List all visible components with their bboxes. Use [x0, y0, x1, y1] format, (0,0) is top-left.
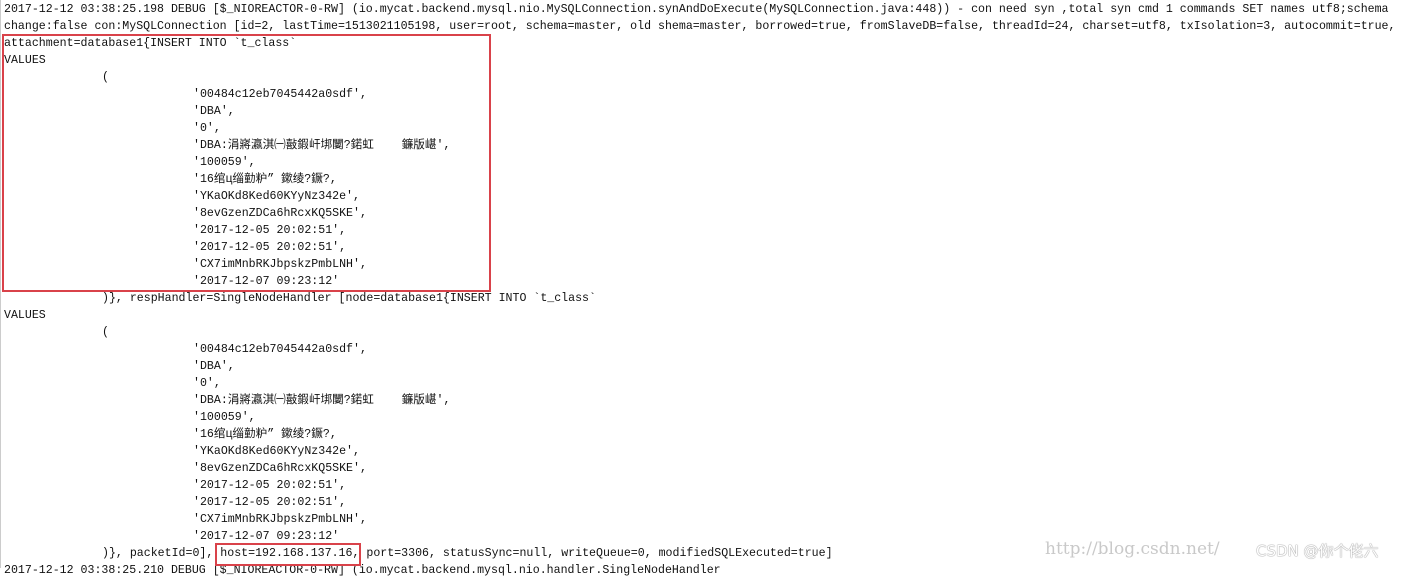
host-value: host=192.168.137.16,: [220, 547, 360, 560]
log-line: change:false con:MySQLConnection [id=2, …: [4, 20, 1396, 33]
log-line: '00484c12eb7045442a0sdf',: [193, 343, 367, 356]
log-line: 'YKaOKd8Ked60KYyNz342e',: [193, 190, 360, 203]
log-line: '2017-12-05 20:02:51',: [193, 479, 347, 492]
log-line: 'CX7imMnbRKJbpskzPmbLNH',: [193, 258, 367, 271]
log-line: '2017-12-07 09:23:12': [193, 530, 340, 543]
watermark-url: http://blog.csdn.net/: [1045, 539, 1220, 559]
log-line: '8evGzenZDCa6hRcxKQ5SKE',: [193, 207, 367, 220]
log-line: '2017-12-05 20:02:51',: [193, 241, 347, 254]
log-line: 'YKaOKd8Ked60KYyNz342e',: [193, 445, 360, 458]
log-line: (: [102, 71, 109, 84]
log-line: 2017-12-12 03:38:25.198 DEBUG [$_NIOREAC…: [4, 3, 1389, 16]
log-line: 'DBA:涓嶈瀛淇㈠敼鍜屽垹闄?鍩虹 鐮版嵁',: [193, 394, 451, 407]
log-output[interactable]: 2017-12-12 03:38:25.198 DEBUG [$_NIOREAC…: [0, 0, 1407, 577]
log-line: )}, packetId=0], host=192.168.137.16, po…: [102, 547, 833, 560]
log-line: VALUES: [4, 309, 46, 322]
log-line: '8evGzenZDCa6hRcxKQ5SKE',: [193, 462, 367, 475]
log-line: '0',: [193, 122, 221, 135]
log-line: '100059',: [193, 411, 256, 424]
log-line: 'DBA',: [193, 105, 235, 118]
log-line: 'DBA',: [193, 360, 235, 373]
log-line: '00484c12eb7045442a0sdf',: [193, 88, 367, 101]
watermark-csdn: CSDN @你个佬六: [1256, 542, 1379, 560]
log-line: '0',: [193, 377, 221, 390]
log-line: '16绾ц缁勭粐” 鏉绫?鐝?,: [193, 173, 337, 186]
log-line: '100059',: [193, 156, 256, 169]
log-line: (: [102, 326, 109, 339]
log-line: '16绾ц缁勭粐” 鏉绫?鐝?,: [193, 428, 337, 441]
log-line: 'CX7imMnbRKJbpskzPmbLNH',: [193, 513, 367, 526]
log-line: )}, respHandler=SingleNodeHandler [node=…: [102, 292, 596, 305]
log-line: '2017-12-05 20:02:51',: [193, 224, 347, 237]
log-line: 2017-12-12 03:38:25.210 DEBUG [$_NIOREAC…: [4, 564, 721, 577]
log-line: attachment=database1{INSERT INTO `t_clas…: [4, 37, 297, 50]
log-line: '2017-12-05 20:02:51',: [193, 496, 347, 509]
log-line: VALUES: [4, 54, 46, 67]
connection-details: port=3306, statusSync=null, writeQueue=0…: [359, 547, 833, 560]
log-line: '2017-12-07 09:23:12': [193, 275, 340, 288]
log-line: 'DBA:涓嶈瀛淇㈠敼鍜屽垹闄?鍩虹 鐮版嵁',: [193, 139, 451, 152]
